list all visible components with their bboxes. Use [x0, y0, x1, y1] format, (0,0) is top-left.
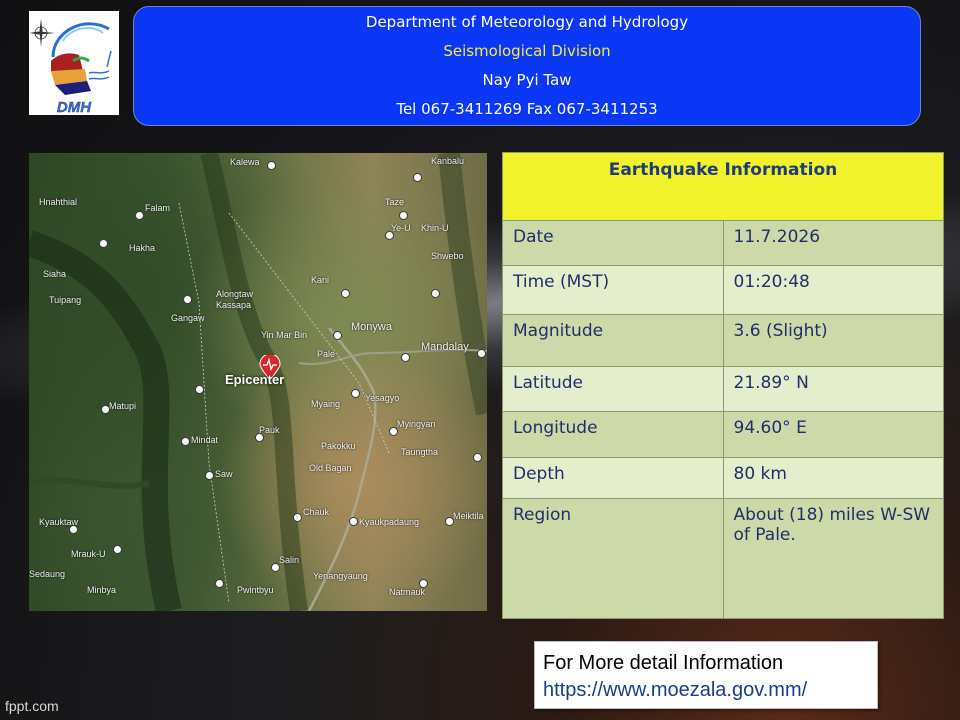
map-town: Monywa	[351, 321, 392, 333]
map-town-marker	[267, 161, 276, 170]
map-town-marker	[413, 173, 422, 182]
epicenter-map: Kalewa Kanbalu Hnahthial Falam Taze Hakh…	[29, 153, 487, 611]
map-town: Shwebo	[431, 251, 464, 261]
map-town: Mandalay	[421, 341, 469, 353]
map-town: Pakokku	[321, 441, 356, 451]
map-town-marker	[473, 453, 482, 462]
map-town-marker	[215, 579, 224, 588]
map-town: Khin-U	[421, 223, 449, 233]
map-town: Yin Mar Bin	[261, 330, 308, 340]
more-info-text: For More detail Information	[543, 652, 784, 674]
row-value-region: About (18) miles W-SW of Pale.	[722, 498, 944, 619]
map-town-marker	[99, 239, 108, 248]
map-town-marker	[255, 433, 264, 442]
row-label-magnitude: Magnitude	[502, 314, 724, 367]
contact-line: Tel 067-3411269 Fax 067-3411253	[396, 100, 658, 118]
row-label-time: Time (MST)	[502, 265, 724, 315]
map-town: Hnahthial	[39, 197, 78, 207]
map-town: Hakha	[129, 243, 156, 253]
map-town-marker	[195, 385, 204, 394]
row-value-time: 01:20:48	[722, 265, 944, 315]
map-town: Gangaw	[171, 313, 205, 323]
map-town-marker	[101, 405, 110, 414]
map-town: Pale	[317, 349, 336, 359]
map-town: Old Bagan	[309, 463, 352, 473]
row-value-latitude: 21.89° N	[722, 366, 944, 412]
map-town: Myaing	[311, 399, 341, 409]
map-town-marker	[389, 427, 398, 436]
map-town: Mindat	[191, 435, 219, 445]
map-town: Kyaukpadaung	[359, 517, 420, 527]
table-title: Earthquake Information	[502, 152, 944, 221]
row-label-latitude: Latitude	[502, 366, 724, 412]
map-town-marker	[419, 579, 428, 588]
map-town-marker	[431, 289, 440, 298]
row-label-depth: Depth	[502, 457, 724, 499]
map-town-marker	[333, 331, 342, 340]
dmh-logo: DMH	[29, 11, 119, 116]
map-town: Natmauk	[389, 587, 426, 597]
map-town: Myingyan	[397, 419, 436, 429]
map-town: Taze	[385, 197, 405, 207]
row-value-magnitude: 3.6 (Slight)	[722, 314, 944, 367]
map-town-marker	[401, 353, 410, 362]
map-town: Yesagyo	[365, 393, 400, 403]
map-town-marker	[181, 437, 190, 446]
row-label-region: Region	[502, 498, 724, 619]
svg-text:DMH: DMH	[57, 99, 92, 115]
map-town: Sedaung	[29, 569, 66, 579]
map-town-marker	[445, 517, 454, 526]
map-town-marker	[205, 471, 214, 480]
map-town: Tuipang	[49, 295, 82, 305]
map-town: Kanbalu	[431, 156, 465, 166]
map-town: Chauk	[303, 507, 330, 517]
map-town-marker	[349, 517, 358, 526]
earthquake-info-table: Earthquake Information Date 11.7.2026 Ti…	[502, 152, 944, 619]
map-town: Salin	[279, 555, 300, 565]
map-town-marker	[271, 563, 280, 572]
map-town: Meiktila	[453, 511, 484, 521]
map-town-marker	[69, 525, 78, 534]
row-label-longitude: Longitude	[502, 411, 724, 458]
map-town-marker	[113, 545, 122, 554]
map-town: Siaha	[43, 269, 67, 279]
map-town: Alongtaw Kassapa	[216, 289, 254, 310]
division-name: Seismological Division	[443, 42, 611, 60]
header-banner: Department of Meteorology and Hydrology …	[133, 6, 921, 126]
map-town: Falam	[145, 203, 171, 213]
map-town-marker	[477, 349, 486, 358]
dmh-logo-icon: DMH	[29, 19, 112, 116]
fppt-watermark: fppt.com	[5, 698, 59, 714]
row-value-date: 11.7.2026	[722, 220, 944, 266]
map-town: Kalewa	[230, 157, 260, 167]
row-label-date: Date	[502, 220, 724, 266]
map-town: Matupi	[109, 401, 137, 411]
map-town-marker	[183, 295, 192, 304]
map-town: Mrauk-U	[71, 549, 106, 559]
map-town-marker	[399, 211, 408, 220]
more-info-link[interactable]: https://www.moezala.gov.mm/	[543, 677, 877, 704]
map-town: Ye-U	[391, 223, 411, 233]
row-value-longitude: 94.60° E	[722, 411, 944, 458]
map-town-marker	[351, 389, 360, 398]
department-name: Department of Meteorology and Hydrology	[365, 13, 689, 31]
map-town-marker	[341, 289, 350, 298]
epicenter-label: Epicenter	[225, 372, 285, 387]
map-town: Yenangyaung	[313, 571, 368, 581]
map-town-marker	[293, 513, 302, 522]
map-town-marker	[135, 211, 144, 220]
map-town: Taungtha	[401, 447, 439, 457]
map-town: Saw	[215, 469, 233, 479]
map-town: Minbya	[87, 585, 117, 595]
map-town: Pwintbyu	[237, 585, 274, 595]
more-info-box: For More detail Information https://www.…	[534, 641, 878, 709]
map-town-marker	[385, 231, 394, 240]
city-name: Nay Pyi Taw	[482, 71, 572, 89]
row-value-depth: 80 km	[722, 457, 944, 499]
map-town: Kani	[311, 275, 330, 285]
